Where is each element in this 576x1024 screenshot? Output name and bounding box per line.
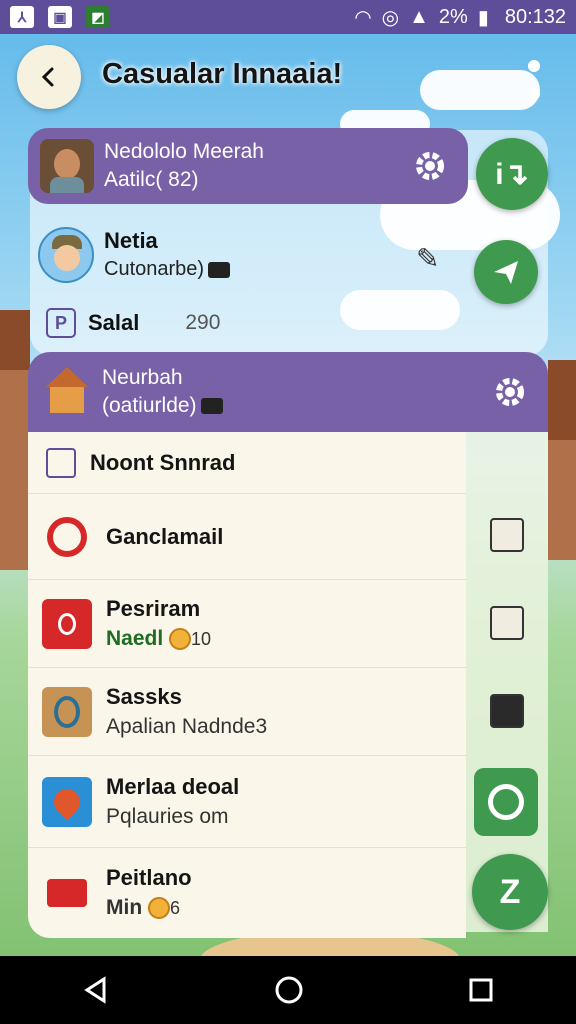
signal-icon: ▲ <box>409 5 429 28</box>
chip-icon <box>208 261 231 278</box>
contact-avatar <box>38 227 94 283</box>
system-nav-bar <box>0 956 576 1024</box>
user-edit-icon: i↴ <box>495 157 529 191</box>
list-item-subtitle: Apalian Nadnde3 <box>106 714 268 738</box>
list-item-subtitle: Min <box>106 896 143 919</box>
edit-pencil-icon[interactable]: ✎ <box>416 242 439 275</box>
list-item-title: Ganclamail <box>106 523 224 549</box>
notification-icon: ⅄ <box>10 6 34 28</box>
list-item-title: Sassks <box>106 683 182 709</box>
camera-button[interactable] <box>474 768 538 836</box>
list-item-subtitle: Pqlauries om <box>106 804 229 828</box>
stat-label: Salal <box>88 310 140 335</box>
gear-icon[interactable] <box>410 146 450 186</box>
recents-nav-icon[interactable] <box>468 977 494 1003</box>
document-icon[interactable] <box>490 606 524 640</box>
coin-icon <box>148 897 170 920</box>
list-item[interactable]: Sassks Apalian Nadnde3 <box>28 668 466 756</box>
map-pin-icon <box>42 776 92 827</box>
target-icon <box>42 512 92 562</box>
compose-icon: Z <box>499 872 521 911</box>
share-icon[interactable] <box>490 694 524 728</box>
contact-status: Cutonarbe) <box>104 258 205 280</box>
more-menu-button[interactable] <box>524 60 544 100</box>
stat-value: 290 <box>185 311 221 334</box>
chart-edit-icon[interactable] <box>490 518 524 552</box>
list-item-title: Peitlano <box>106 865 192 890</box>
back-button[interactable] <box>17 45 81 109</box>
chip-icon <box>200 398 223 415</box>
home-nav-icon[interactable] <box>274 975 304 1005</box>
section-banner[interactable]: Neurbah (oatiurlde) <box>28 352 548 432</box>
profile-subtitle: Aatilc( 82) <box>104 168 199 191</box>
menu-list: Noont Snnrad Ganclamail Pesriram Naedl 1… <box>28 432 466 938</box>
list-header-icon <box>46 447 76 478</box>
racket-icon <box>42 686 92 737</box>
coin-icon <box>169 627 192 650</box>
contact-row[interactable]: Netia Cutonarbe) ✎ <box>38 222 458 288</box>
list-item[interactable]: Merlaa deoal Pqlauries om <box>28 756 466 848</box>
camera-icon <box>488 784 524 820</box>
contact-name: Netia <box>104 228 158 253</box>
chevron-left-icon <box>41 67 54 87</box>
list-item[interactable]: Ganclamail <box>28 494 466 580</box>
list-item-badge: 10 <box>191 628 212 649</box>
list-item-badge: 6 <box>170 898 181 918</box>
status-bar: ⅄ ▣ ◩ ◠ ◎ ▲ 2% ▮ 80:132 <box>0 0 576 34</box>
list-item-title: Pesriram <box>106 595 201 621</box>
stat-row: P Salal 290 <box>46 306 246 340</box>
house-icon <box>42 367 92 417</box>
profile-fab-button[interactable]: i↴ <box>476 138 548 210</box>
send-icon <box>494 261 518 284</box>
coupon-icon: P <box>46 308 76 338</box>
list-header[interactable]: Noont Snnrad <box>28 432 466 494</box>
battery-icon: ▮ <box>477 6 489 29</box>
section-title: Neurbah <box>102 366 183 389</box>
send-fab-button[interactable] <box>474 240 538 304</box>
page-title: Casualar Innaaia! <box>102 58 343 90</box>
profile-name: Nedololo Meerah <box>104 140 264 163</box>
gear-icon[interactable] <box>490 372 530 412</box>
alarm-icon: ◎ <box>381 6 400 29</box>
record-icon <box>42 598 92 649</box>
list-item[interactable]: Peitlano Min 6 <box>28 848 466 938</box>
battery-percent: 2% <box>438 5 468 28</box>
profile-avatar <box>40 139 94 193</box>
list-item-subtitle: Naedl <box>106 626 164 650</box>
video-icon <box>42 868 92 918</box>
back-nav-icon[interactable] <box>82 976 110 1004</box>
compose-fab-button[interactable]: Z <box>472 854 548 930</box>
list-header-label: Noont Snnrad <box>90 449 236 475</box>
list-item-title: Merlaa deoal <box>106 773 240 799</box>
profile-banner[interactable]: Nedololo Meerah Aatilc( 82) <box>28 128 468 204</box>
image-icon: ▣ <box>48 6 72 28</box>
chart-icon: ◩ <box>86 6 110 28</box>
list-item[interactable]: Pesriram Naedl 10 <box>28 580 466 668</box>
clock: 80:132 <box>504 5 566 28</box>
section-subtitle: (oatiurlde) <box>102 394 197 417</box>
wifi-icon: ◠ <box>354 6 372 29</box>
